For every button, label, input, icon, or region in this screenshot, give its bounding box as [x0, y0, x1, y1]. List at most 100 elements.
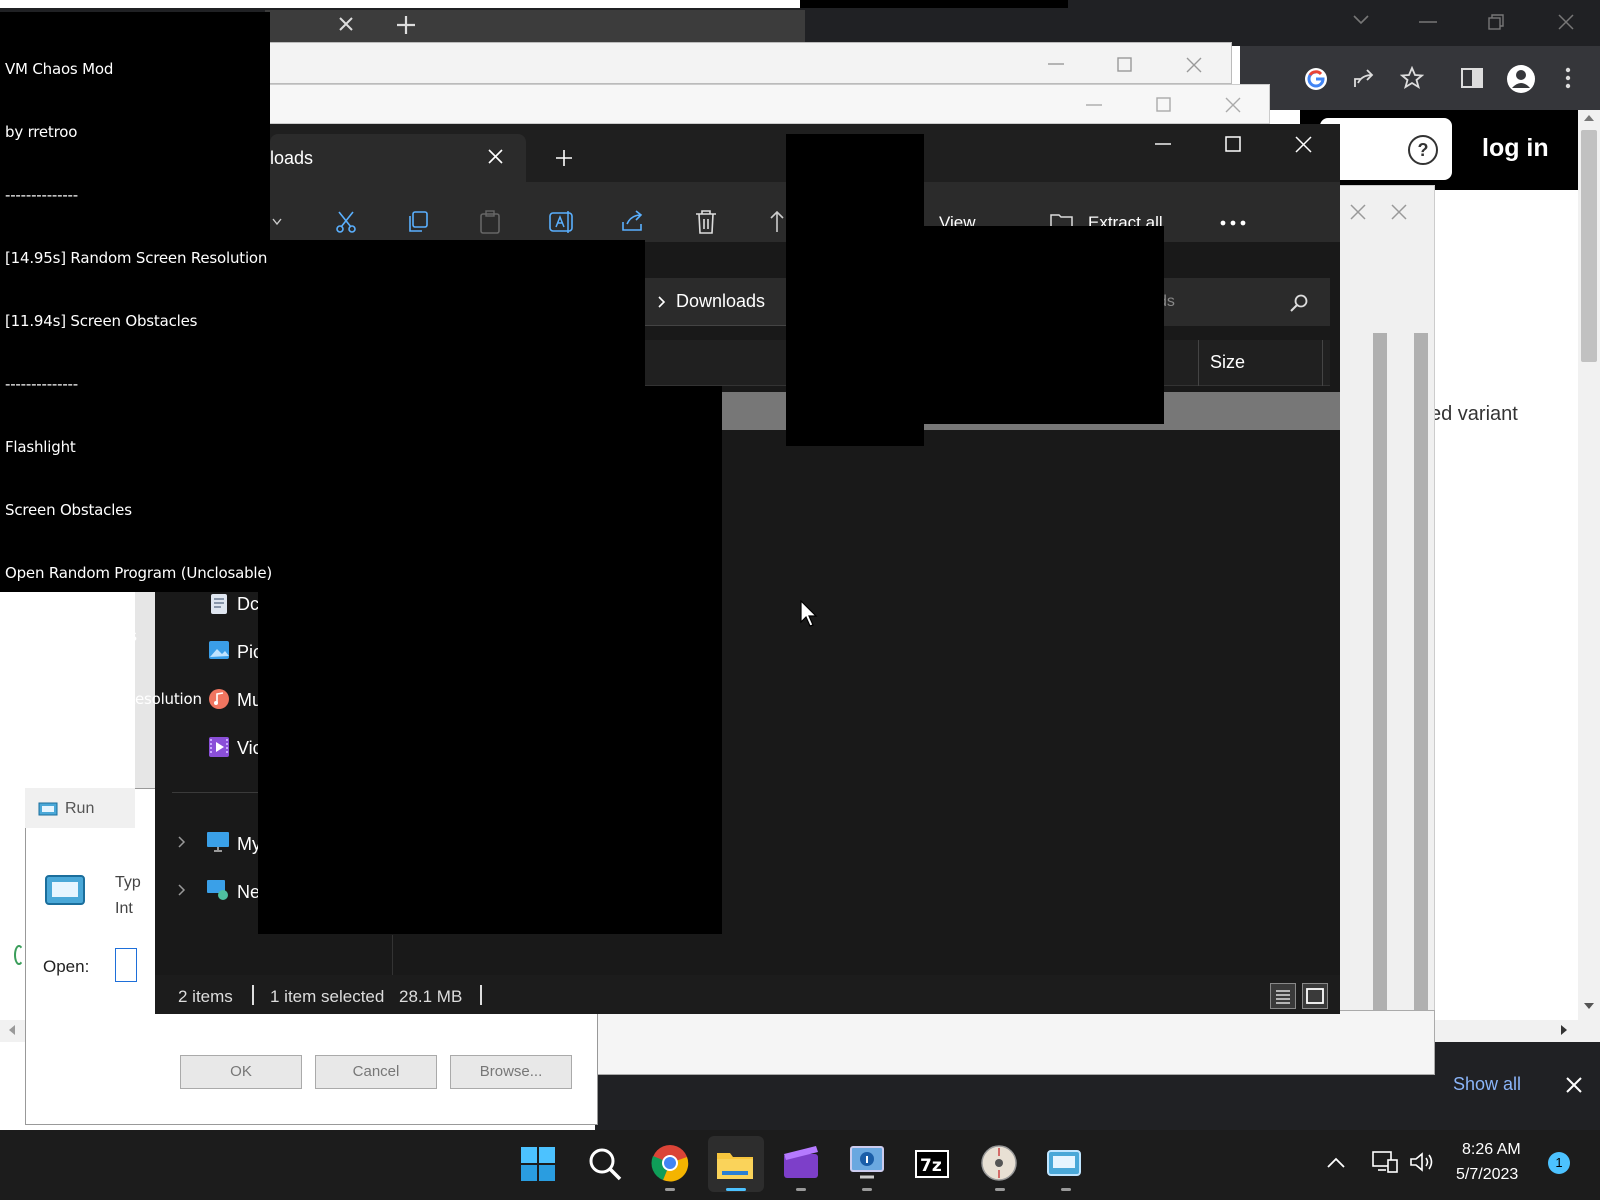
more-options-icon[interactable] — [1220, 220, 1246, 226]
share-icon[interactable] — [621, 210, 645, 232]
help-icon[interactable]: ? — [1408, 135, 1438, 165]
7zip-icon[interactable]: 7z — [914, 1144, 954, 1184]
google-icon[interactable] — [1303, 66, 1329, 92]
breadcrumb-chevron-icon — [658, 296, 666, 308]
explorer-tab-close-icon[interactable] — [488, 149, 503, 164]
close-icon[interactable] — [1186, 57, 1202, 73]
effect-pool-item: Gravitational Pull — [5, 753, 130, 771]
network-icon — [206, 879, 230, 901]
close-icon[interactable] — [1558, 14, 1574, 30]
delete-icon[interactable] — [695, 210, 717, 234]
status-separator — [252, 985, 254, 1005]
column-divider[interactable] — [1322, 340, 1323, 386]
chrome-icon[interactable] — [651, 1144, 691, 1184]
run-browse-button[interactable]: Browse... — [450, 1055, 572, 1089]
search-icon[interactable] — [585, 1144, 625, 1184]
this-pc-icon — [206, 831, 230, 853]
screen-obstacle — [258, 240, 645, 388]
background-panel-scrollbar-2[interactable] — [1414, 333, 1428, 1051]
scroll-down-arrow-icon[interactable] — [1583, 1002, 1595, 1010]
pane-splitter[interactable] — [392, 935, 393, 975]
paste-icon[interactable] — [479, 210, 501, 234]
show-hidden-icons-chevron-icon[interactable] — [1327, 1157, 1345, 1169]
status-selected-size: 28.1 MB — [399, 987, 463, 1006]
video-editor-running-indicator — [796, 1188, 806, 1191]
scroll-up-arrow-icon[interactable] — [1583, 114, 1595, 122]
profile-icon[interactable] — [1506, 64, 1536, 94]
share-icon[interactable] — [1352, 67, 1376, 91]
expand-chevron-icon[interactable] — [178, 836, 186, 848]
effect-pool-item: Flashlight — [5, 438, 76, 456]
expand-chevron-icon[interactable] — [178, 884, 186, 896]
side-panel-icon[interactable] — [1460, 67, 1484, 89]
column-divider[interactable] — [1198, 340, 1199, 386]
run-green-indicator — [14, 945, 24, 965]
close-icon[interactable] — [1225, 97, 1241, 113]
explorer-tab-label: loads — [270, 148, 314, 168]
minimize-icon[interactable] — [1086, 104, 1102, 107]
minimize-icon[interactable] — [1419, 20, 1437, 24]
background-panel-scrollbar[interactable] — [1373, 333, 1387, 1051]
explorer-new-tab-icon[interactable] — [556, 150, 572, 166]
tiles-view-icon[interactable] — [1302, 983, 1328, 1009]
run-cancel-button[interactable]: Cancel — [315, 1055, 437, 1089]
minimize-icon[interactable] — [1155, 143, 1171, 146]
system-info-icon[interactable] — [848, 1144, 888, 1184]
new-dropdown-chevron-icon[interactable] — [272, 218, 282, 226]
file-explorer-icon[interactable] — [716, 1144, 756, 1184]
download-bar-close-icon[interactable] — [1566, 1077, 1582, 1093]
column-header-size[interactable]: Size — [1210, 352, 1245, 373]
video-editor-icon[interactable] — [782, 1144, 822, 1184]
status-selection: 1 item selected — [270, 987, 385, 1006]
chaos-mod-divider: -------------- — [5, 186, 78, 204]
background-window-titlebar[interactable] — [265, 42, 1232, 84]
maximize-icon[interactable] — [1117, 57, 1132, 72]
show-all-downloads-link[interactable]: Show all — [1453, 1074, 1521, 1095]
rename-icon[interactable] — [549, 210, 575, 234]
sort-icon[interactable] — [770, 210, 784, 232]
nav-item-network[interactable]: Ne — [237, 882, 260, 903]
start-icon[interactable] — [518, 1144, 558, 1184]
system-info-running-indicator — [862, 1188, 872, 1191]
run-ok-button[interactable]: OK — [180, 1055, 302, 1089]
breadcrumb-downloads[interactable]: Downloads — [676, 291, 765, 312]
svg-text:7z: 7z — [920, 1156, 942, 1176]
copy-icon[interactable] — [407, 211, 429, 233]
search-icon[interactable] — [1290, 294, 1308, 312]
restore-icon[interactable] — [1488, 14, 1504, 30]
background-panel-close-icon-2[interactable] — [1391, 204, 1407, 220]
disc-running-indicator — [995, 1188, 1005, 1191]
run-open-input[interactable] — [115, 948, 137, 982]
clock-date[interactable]: 5/7/2023 — [1456, 1166, 1518, 1184]
active-effect: [14.95s] Random Screen Resolution — [5, 249, 268, 267]
details-view-icon[interactable] — [1270, 983, 1296, 1009]
run-running-indicator — [1061, 1188, 1071, 1191]
background-window-titlebar-2[interactable] — [265, 84, 1270, 124]
cut-icon[interactable] — [335, 210, 357, 234]
new-tab-icon[interactable] — [396, 15, 416, 35]
minimize-icon[interactable] — [1048, 63, 1064, 66]
top-edge-strip — [0, 0, 800, 8]
scrollbar-thumb[interactable] — [1581, 130, 1597, 362]
run-dialog-buttons: OK Cancel Browse... — [180, 1055, 580, 1089]
menu-dots-icon[interactable] — [1564, 66, 1572, 90]
network-status-icon[interactable] — [1372, 1150, 1398, 1174]
volume-icon[interactable] — [1409, 1151, 1435, 1173]
tab-close-icon[interactable] — [338, 16, 354, 32]
run-program-icon — [44, 874, 86, 906]
scroll-right-arrow-icon[interactable] — [1560, 1024, 1568, 1036]
disc-icon[interactable] — [980, 1144, 1020, 1184]
chaos-mod-divider: -------------- — [5, 375, 78, 393]
bookmark-star-icon[interactable] — [1400, 66, 1424, 90]
run-icon[interactable] — [1046, 1144, 1086, 1184]
notification-badge[interactable]: 1 — [1548, 1152, 1570, 1174]
maximize-icon[interactable] — [1225, 136, 1241, 152]
maximize-icon[interactable] — [1156, 97, 1171, 112]
clock-time[interactable]: 8:26 AM — [1462, 1141, 1521, 1159]
login-link[interactable]: log in — [1482, 134, 1549, 163]
chevron-down-icon[interactable] — [1352, 14, 1370, 26]
close-icon[interactable] — [1295, 136, 1312, 153]
scroll-left-arrow-icon[interactable] — [8, 1024, 16, 1036]
background-panel-close-icon[interactable] — [1350, 204, 1366, 220]
chaos-mod-author: by rretroo — [5, 123, 78, 141]
